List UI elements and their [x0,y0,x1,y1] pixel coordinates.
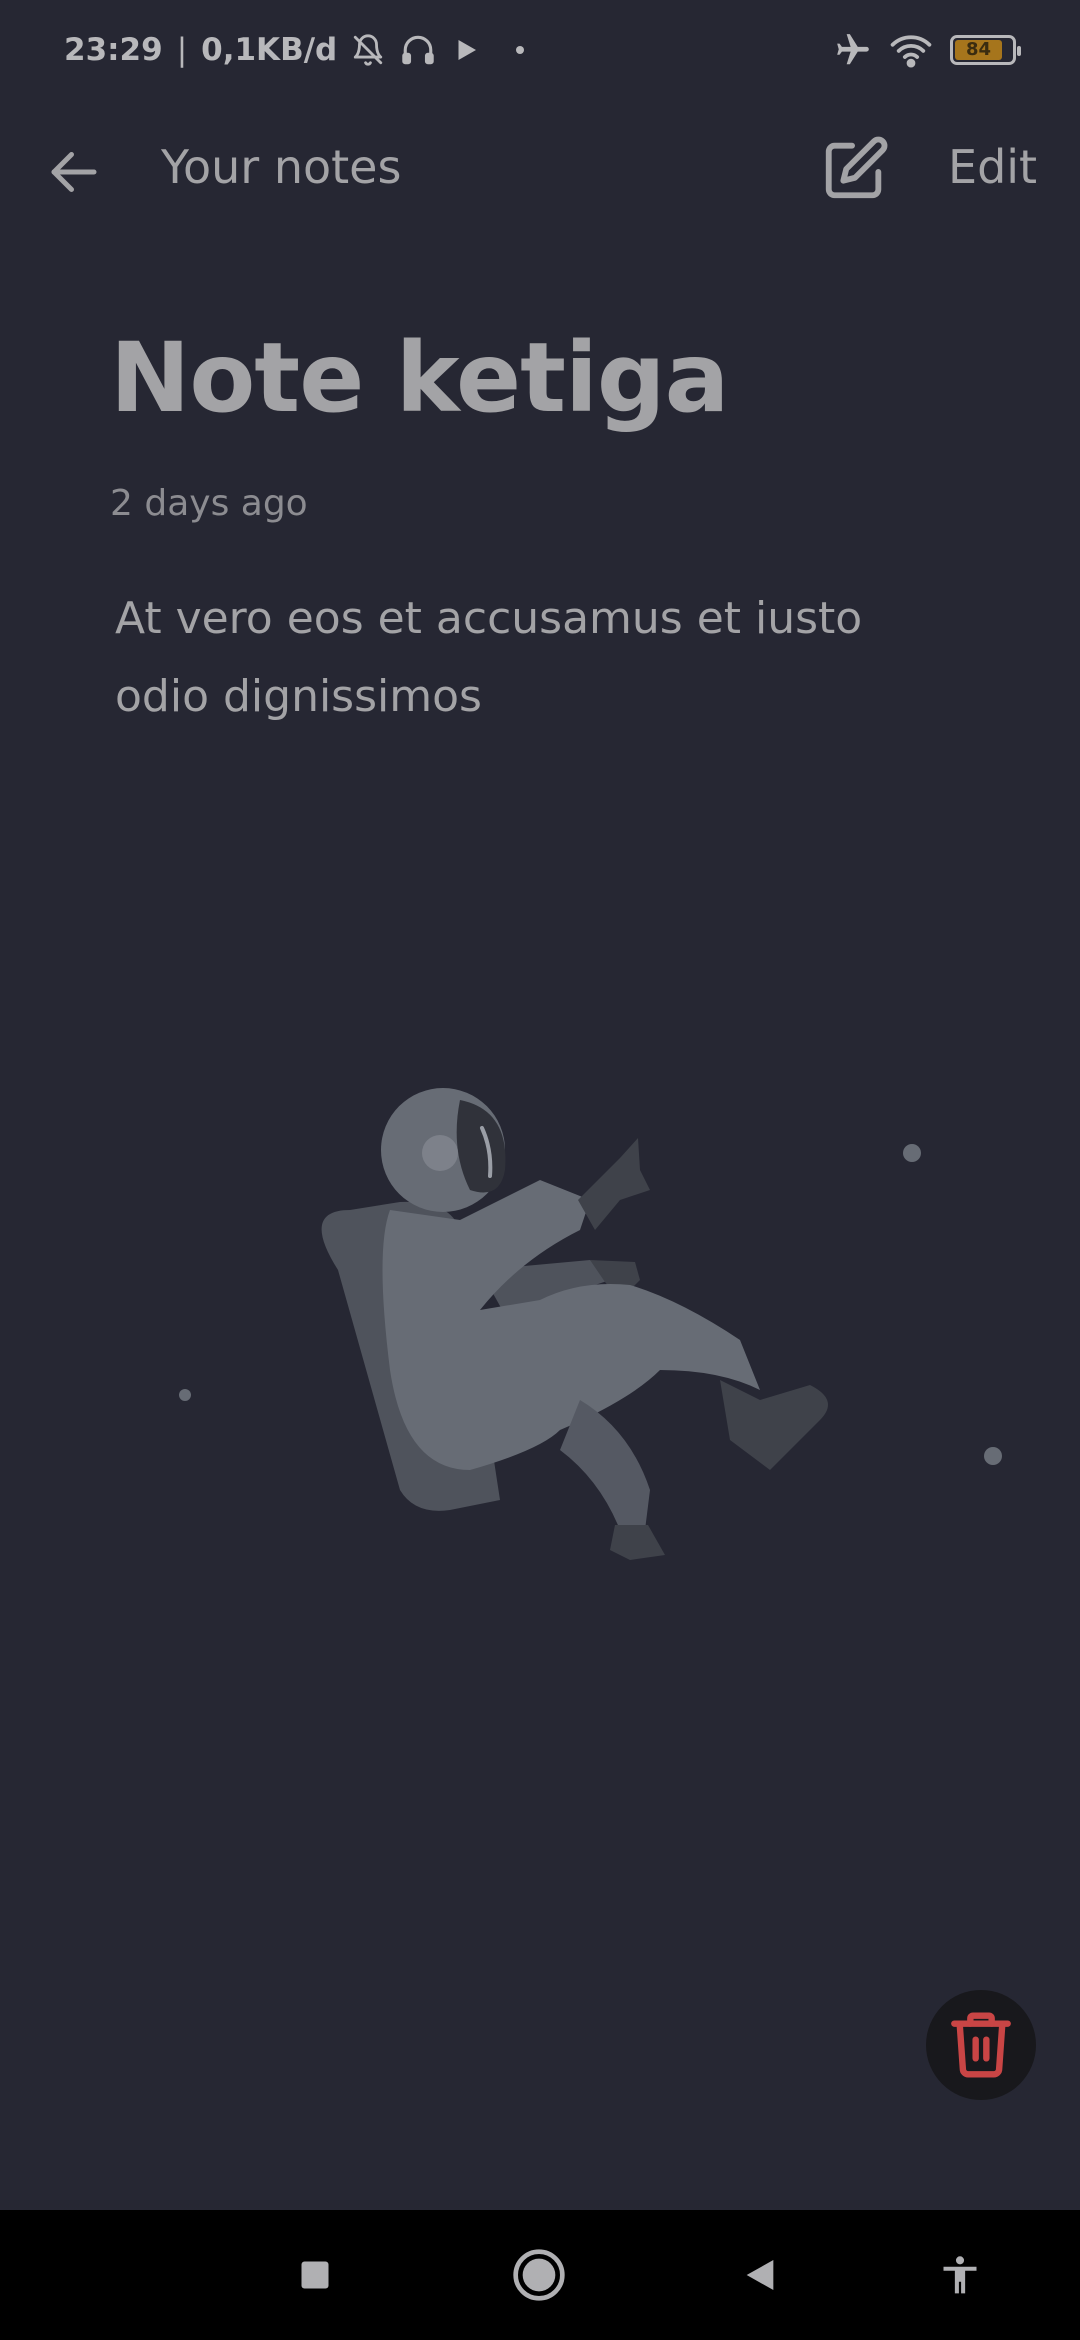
recents-button[interactable] [275,2235,355,2315]
delete-button[interactable] [926,1990,1036,2100]
back-button[interactable] [34,132,114,212]
app-bar: Your notes Edit [0,110,1080,230]
star-dot [984,1447,1002,1465]
edit-button[interactable]: Edit [948,140,1037,194]
system-navigation-bar [0,2210,1080,2340]
home-circle-icon [513,2249,565,2301]
status-left: 23:29 | 0,1KB/d [64,32,525,68]
note-body: At vero eos et accusamus et iusto odio d… [115,593,863,722]
back-nav-button[interactable] [720,2235,800,2315]
recents-square-icon [301,2261,329,2289]
battery-frame: 84 [950,35,1021,65]
accessibility-icon [943,2256,977,2294]
status-time: 23:29 [64,32,163,68]
astronaut-illustration [160,1070,1020,1590]
home-button[interactable] [499,2235,579,2315]
status-network-speed: 0,1KB/d [201,32,338,68]
wifi-icon [890,32,932,68]
status-bar: 23:29 | 0,1KB/d 84 [0,0,1080,100]
page-title: Your notes [161,140,402,194]
edit-square-icon [825,136,888,199]
battery-icon: 84 [950,35,1021,65]
status-separator: | [176,32,188,68]
accessibility-button[interactable] [920,2235,1000,2315]
headphones-icon [399,33,437,67]
airplane-icon [834,31,872,69]
trash-icon [951,2012,1011,2078]
note-date: 2 days ago [110,483,308,524]
star-dot [903,1144,921,1162]
dot-icon [515,45,525,55]
back-triangle-icon [746,2260,774,2290]
star-dot [179,1389,191,1401]
note-title: Note ketiga [110,322,729,434]
play-icon [451,35,481,65]
status-right: 84 [834,31,1021,69]
mute-bell-icon [351,33,385,67]
battery-level: 84 [955,40,1003,60]
edit-icon-button[interactable] [816,130,894,208]
back-arrow-icon [51,152,97,192]
